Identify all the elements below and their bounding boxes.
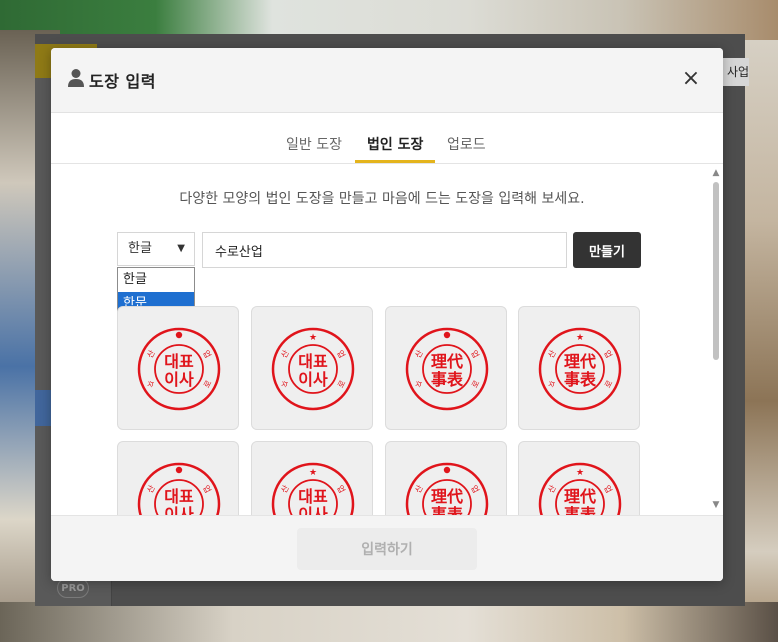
scrollbar[interactable]: ▲ ▼ (711, 168, 721, 510)
stamp-ring-char: 업 (602, 484, 613, 495)
stamp-center-text: 理代 (564, 352, 596, 371)
stamp-ring-char: 로 (470, 379, 481, 390)
stamp-ring-char: 산 (546, 348, 559, 360)
stamp-seal-icon: ★ 수 로 산 업 理代事表 (538, 327, 622, 411)
stamp-ring-char: 수 (546, 379, 557, 390)
stamp-ring-char: 산 (145, 483, 158, 495)
stamp-center-text: 理代 (431, 352, 463, 371)
stamp-center-text: 이사 (298, 370, 328, 389)
script-select[interactable]: 한글 ▼ (117, 232, 195, 266)
dot-mark-icon (443, 331, 451, 339)
star-mark-icon: ★ (576, 333, 584, 343)
stamp-ring-char: 산 (413, 483, 426, 495)
tab-upload[interactable]: 업로드 (447, 134, 486, 154)
stamp-center-text: 대표 (298, 352, 328, 371)
dot-mark-icon (175, 331, 183, 339)
app-top-right-button: 사업 (723, 58, 749, 86)
tab-corporate-stamp[interactable]: 법인 도장 (367, 134, 423, 154)
stamp-option[interactable]: 수로산업대표이사 (117, 441, 239, 516)
submit-button[interactable]: 입력하기 (297, 528, 477, 570)
stamp-center-text: 事表 (564, 370, 597, 389)
dropdown-option-hangul[interactable]: 한글 (118, 268, 194, 292)
stamp-option[interactable]: ★ 수 로 산 업 理代事表 (518, 306, 640, 430)
stamp-ring-char: 로 (202, 379, 213, 390)
close-button[interactable]: × (681, 68, 701, 90)
modal-footer: 입력하기 (51, 515, 723, 581)
stamp-seal-icon: 수로산업理代事表 (405, 462, 489, 516)
stamp-ring-char: 업 (602, 349, 613, 360)
star-mark-icon: ★ (576, 468, 584, 478)
stamp-ring-char: 업 (201, 349, 212, 360)
stamp-ring-char: 업 (469, 484, 480, 495)
stamp-ring-char: 로 (336, 379, 347, 390)
stamp-ring-char: 산 (413, 348, 426, 360)
stamp-option[interactable]: ★수로산업대표이사 (251, 441, 373, 516)
stamp-ring-char: 업 (335, 484, 346, 495)
stamp-grid: 수로산업대표이사★수로산업대표이사수로산업理代事表★수로산업理代事表수로산업대표… (117, 306, 647, 516)
stamp-center-text: 대표 (164, 352, 194, 371)
stamp-seal-icon: 수 로 산 업 대표이사 (137, 327, 221, 411)
pro-badge: PRO (57, 578, 89, 598)
dot-mark-icon (443, 466, 451, 474)
star-mark-icon: ★ (309, 468, 317, 478)
stamp-center-text: 이사 (164, 370, 194, 389)
stamp-option[interactable]: ★수로산업理代事表 (518, 441, 640, 516)
stamp-seal-icon: ★수로산업理代事表 (538, 462, 622, 516)
stamp-center-text: 理代 (564, 487, 596, 506)
background-bottom (0, 602, 778, 642)
stamp-ring-char: 업 (201, 484, 212, 495)
stamp-center-text: 대표 (164, 487, 194, 506)
stamp-seal-icon: ★ 수 로 산 업 대표이사 (271, 327, 355, 411)
tab-general-stamp[interactable]: 일반 도장 (286, 134, 342, 154)
stamp-option[interactable]: 수로산업理代事表 (385, 441, 507, 516)
stamp-ring-char: 로 (603, 379, 614, 390)
stamp-type-tabs: 일반 도장 법인 도장 업로드 (51, 113, 723, 164)
star-mark-icon: ★ (309, 333, 317, 343)
make-button[interactable]: 만들기 (573, 232, 641, 268)
caret-down-icon: ▼ (177, 243, 185, 254)
stamp-ring-char: 수 (413, 379, 424, 390)
script-select-value: 한글 (128, 241, 152, 256)
company-name-input[interactable] (202, 232, 567, 268)
modal-header: 도장 입력 × (51, 48, 723, 113)
stamp-option[interactable]: 수 로 산 업 대표이사 (117, 306, 239, 430)
scroll-thumb[interactable] (713, 182, 719, 360)
stamp-ring-char: 업 (469, 349, 480, 360)
stamp-seal-icon: 수로산업대표이사 (137, 462, 221, 516)
stamp-ring-char: 산 (279, 483, 292, 495)
stamp-ring-char: 수 (279, 379, 290, 390)
scroll-down-arrow-icon[interactable]: ▼ (711, 500, 721, 510)
stamp-center-text: 대표 (298, 487, 328, 506)
dot-mark-icon (175, 466, 183, 474)
modal-title: 도장 입력 (89, 72, 156, 91)
stamp-ring-char: 업 (335, 349, 346, 360)
stamp-seal-icon: 수 로 산 업 理代事表 (405, 327, 489, 411)
stamp-ring-char: 수 (145, 379, 156, 390)
stamp-center-text: 事表 (431, 370, 464, 389)
description-text: 다양한 모양의 법인 도장을 만들고 마음에 드는 도장을 입력해 보세요. (179, 191, 585, 207)
scroll-up-arrow-icon[interactable]: ▲ (711, 168, 721, 178)
user-icon (68, 69, 84, 87)
stamp-option[interactable]: 수 로 산 업 理代事表 (385, 306, 507, 430)
stamp-input-modal: 도장 입력 × 일반 도장 법인 도장 업로드 다양한 모양의 법인 도장을 만… (51, 48, 723, 581)
stamp-ring-char: 산 (145, 348, 158, 360)
stamp-seal-icon: ★수로산업대표이사 (271, 462, 355, 516)
stamp-ring-char: 산 (546, 483, 559, 495)
active-tab-indicator (355, 160, 435, 163)
stamp-center-text: 理代 (431, 487, 463, 506)
stamp-ring-char: 산 (279, 348, 292, 360)
stamp-option[interactable]: ★ 수 로 산 업 대표이사 (251, 306, 373, 430)
